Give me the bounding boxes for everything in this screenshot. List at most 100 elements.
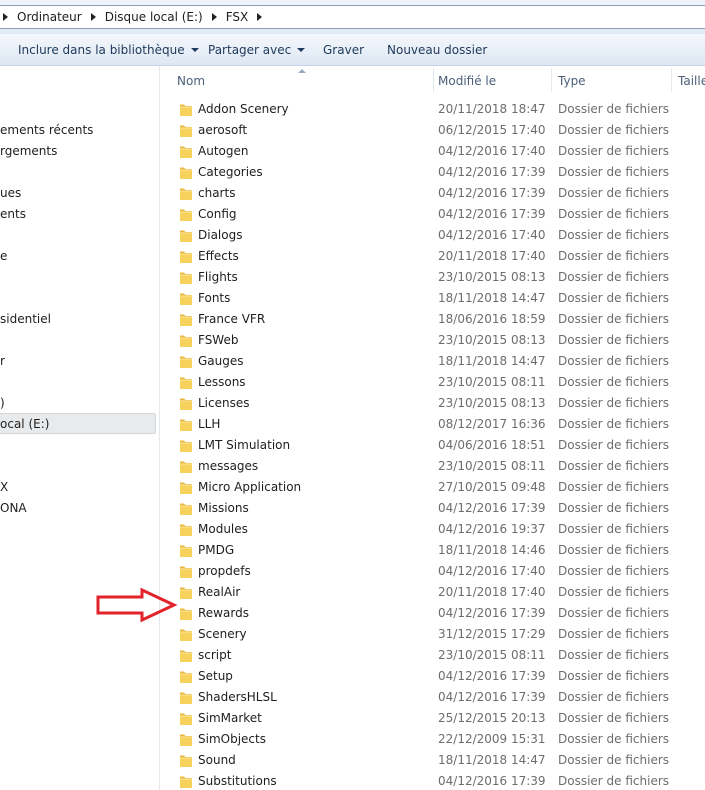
file-row[interactable]: Sound 18/11/2018 14:47 Dossier de fichiers [168,750,705,771]
file-modified-date: 23/10/2015 08:11 [438,459,546,473]
nav-item-drive-c[interactable]: ) [0,396,5,410]
file-type: Dossier de fichiers [558,480,670,494]
file-type: Dossier de fichiers [558,123,670,137]
breadcrumb[interactable]: Ordinateur Disque local (E:) FSX [0,5,705,29]
file-type: Dossier de fichiers [558,354,670,368]
file-type: Dossier de fichiers [558,228,670,242]
file-row[interactable]: Flights 23/10/2015 08:13 Dossier de fichie… [168,267,705,288]
file-row[interactable]: Config 04/12/2016 17:39 Dossier de fichier… [168,204,705,225]
file-modified-date: 27/10/2015 09:48 [438,480,546,494]
folder-icon [179,690,193,705]
file-modified-date: 04/12/2016 19:37 [438,522,546,536]
file-name: Addon Scenery [198,102,289,116]
file-row[interactable]: Gauges 18/11/2018 14:47 Dossier de fichier… [168,351,705,372]
file-modified-date: 04/12/2016 17:39 [438,207,546,221]
file-row[interactable]: Substitutions 04/12/2016 17:39 Dossier de … [168,771,705,790]
file-row[interactable]: LMT Simulation 04/06/2016 18:51 Dossier de… [168,435,705,456]
file-row[interactable]: propdefs 04/12/2016 17:40 Dossier de fichi… [168,561,705,582]
nav-item-computer[interactable]: r [0,354,5,368]
file-row[interactable]: script 23/10/2015 08:11 Dossier de fichier… [168,645,705,666]
column-header-name[interactable]: Nom [177,74,205,88]
share-with-label: Partager avec [208,43,292,57]
file-row[interactable]: Micro Application 27/10/2015 09:48 Dossier… [168,477,705,498]
nav-item-documents[interactable]: ents [0,207,26,221]
nav-item-recent[interactable]: ements récents [0,123,93,137]
file-name: aerosoft [198,123,248,137]
file-row[interactable]: SimObjects 22/12/2009 15:31 Dossier de fic… [168,729,705,750]
breadcrumb-item-computer[interactable]: Ordinateur [17,10,82,24]
nav-item-ona[interactable]: ONA [0,501,27,515]
file-modified-date: 04/12/2016 17:39 [438,774,546,788]
column-header-size[interactable]: Taille [678,74,705,88]
folder-icon [179,123,193,138]
file-row[interactable]: PMDG 18/11/2018 14:46 Dossier de fichiers [168,540,705,561]
file-name: Licenses [198,396,250,410]
folder-icon [179,732,193,747]
nav-item-fsx[interactable]: X [0,480,8,494]
file-name: Fonts [198,291,231,305]
file-row[interactable]: FSWeb 23/10/2015 08:13 Dossier de fichiers [168,330,705,351]
column-header-type[interactable]: Type [558,74,586,88]
file-row[interactable]: Categories 04/12/2016 17:39 Dossier de fic… [168,162,705,183]
column-divider[interactable] [433,68,434,92]
nav-item-drive-e[interactable]: ocal (E:) [0,417,49,431]
file-row[interactable]: LLH 08/12/2017 16:36 Dossier de fichiers [168,414,705,435]
file-row[interactable]: messages 23/10/2015 08:11 Dossier de fichi… [168,456,705,477]
folder-icon [179,228,193,243]
file-row[interactable]: Lessons 23/10/2015 08:11 Dossier de fichie… [168,372,705,393]
navigation-pane[interactable]: ements récents rgements ues ents e siden… [0,66,160,790]
file-modified-date: 23/10/2015 08:13 [438,396,546,410]
nav-item-libraries[interactable]: ues [0,186,21,200]
file-row[interactable]: RealAir 20/11/2018 17:40 Dossier de fichie… [168,582,705,603]
file-row[interactable]: Modules 04/12/2016 19:37 Dossier de fichie… [168,519,705,540]
folder-icon [179,501,193,516]
share-with-button[interactable]: Partager avec [208,43,306,57]
file-row[interactable]: Fonts 18/11/2018 14:47 Dossier de fichiers [168,288,705,309]
file-name: Modules [198,522,248,536]
file-row[interactable]: aerosoft 06/12/2015 17:40 Dossier de fichi… [168,120,705,141]
file-modified-date: 20/11/2018 17:40 [438,585,546,599]
column-divider[interactable] [551,68,552,92]
column-header-modified[interactable]: Modifié le [438,74,496,88]
file-row[interactable]: SimMarket 25/12/2015 20:13 Dossier de fich… [168,708,705,729]
file-row[interactable]: Dialogs 04/12/2016 17:40 Dossier de fichie… [168,225,705,246]
file-row[interactable]: Missions 04/12/2016 17:39 Dossier de fichi… [168,498,705,519]
folder-icon [179,753,193,768]
breadcrumb-item-drive[interactable]: Disque local (E:) [105,10,203,24]
file-modified-date: 04/12/2016 17:39 [438,669,546,683]
file-type: Dossier de fichiers [558,270,670,284]
file-row[interactable]: Addon Scenery 20/11/2018 18:47 Dossier de … [168,99,705,120]
folder-icon [179,522,193,537]
file-row[interactable]: ShadersHLSL 04/12/2016 17:39 Dossier de fi… [168,687,705,708]
file-row[interactable]: Effects 20/11/2018 17:40 Dossier de fichie… [168,246,705,267]
include-library-button[interactable]: Inclure dans la bibliothèque [18,43,199,57]
nav-item-residential[interactable]: sidentiel [0,312,51,326]
file-row[interactable]: Rewards 04/12/2016 17:39 Dossier de fichie… [168,603,705,624]
dropdown-caret-icon [297,48,306,52]
nav-item-downloads[interactable]: rgements [0,144,57,158]
new-folder-button[interactable]: Nouveau dossier [387,43,487,57]
chevron-right-icon[interactable] [3,13,8,21]
column-headers: Nom Modifié le Type Taille [168,66,705,94]
file-name: Scenery [198,627,247,641]
column-divider[interactable] [671,68,672,92]
file-name: Dialogs [198,228,243,242]
folder-icon [179,354,193,369]
burn-button[interactable]: Graver [323,43,364,57]
file-row[interactable]: Autogen 04/12/2016 17:40 Dossier de fichie… [168,141,705,162]
file-row[interactable]: charts 04/12/2016 17:39 Dossier de fichier… [168,183,705,204]
file-row[interactable]: Scenery 31/12/2015 17:29 Dossier de fichie… [168,624,705,645]
file-row[interactable]: France VFR 18/06/2016 18:59 Dossier de fic… [168,309,705,330]
file-row[interactable]: Licenses 23/10/2015 08:13 Dossier de fichi… [168,393,705,414]
breadcrumb-item-fsx[interactable]: FSX [226,10,249,24]
nav-item-homegroup[interactable]: e [0,249,7,263]
file-type: Dossier de fichiers [558,144,670,158]
file-row[interactable]: Setup 04/12/2016 17:39 Dossier de fichiers [168,666,705,687]
chevron-right-icon[interactable] [211,13,217,21]
chevron-right-icon[interactable] [257,13,263,21]
file-name: ShadersHLSL [198,690,277,704]
folder-icon [179,669,193,684]
chevron-right-icon[interactable] [90,13,96,21]
file-modified-date: 18/11/2018 14:46 [438,543,546,557]
file-name: Flights [198,270,238,284]
